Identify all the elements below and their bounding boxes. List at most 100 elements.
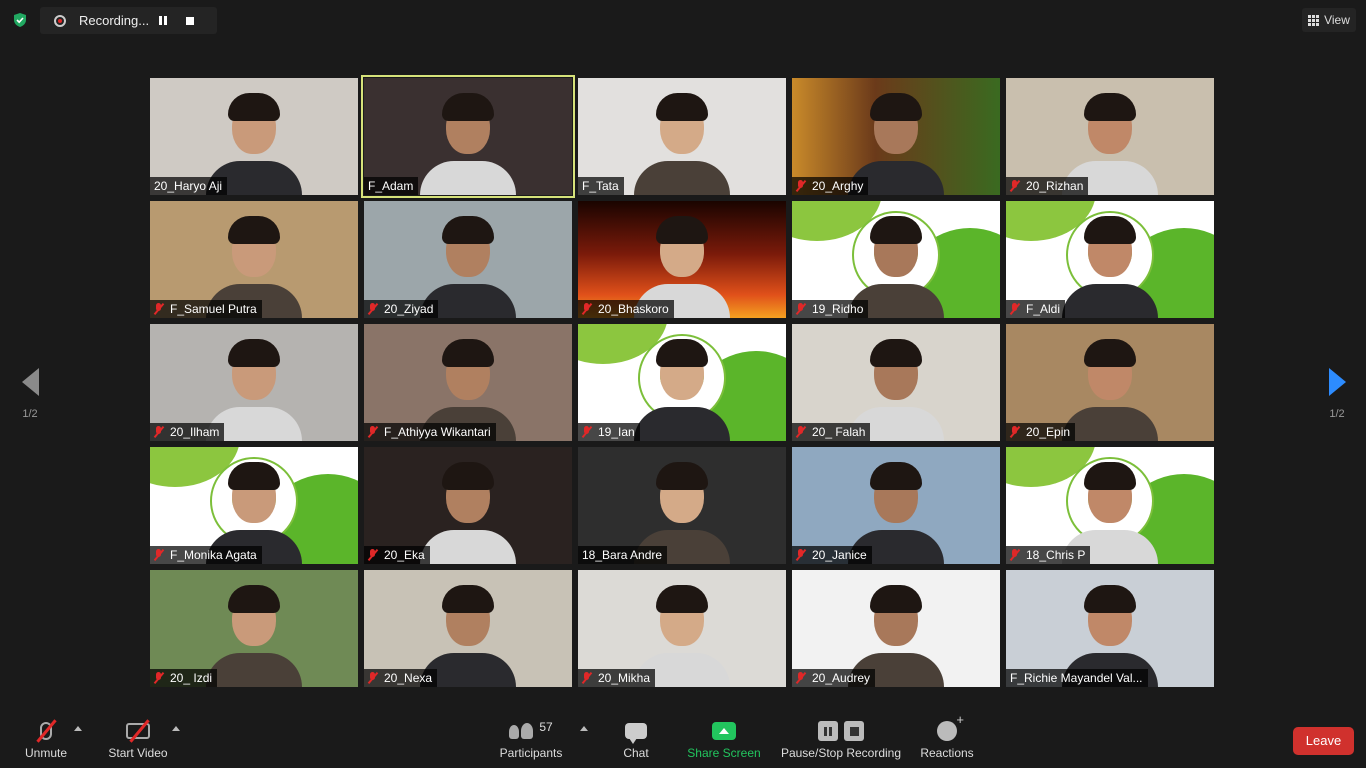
next-page-button[interactable]: 1/2	[1322, 368, 1352, 428]
stop-recording-icon[interactable]	[186, 16, 194, 25]
camera-off-icon	[126, 719, 150, 743]
participant-hair	[442, 339, 494, 367]
participant-tile[interactable]: 20_Rizhan	[1006, 78, 1214, 195]
participant-name: F_Samuel Putra	[170, 302, 257, 316]
participant-hair	[870, 339, 922, 367]
start-video-label: Start Video	[108, 746, 168, 760]
participant-tile[interactable]: 18_Chris P	[1006, 447, 1214, 564]
muted-microphone-icon	[796, 303, 805, 315]
participant-tile[interactable]: 20_Janice	[792, 447, 1000, 564]
participant-tile[interactable]: F_Samuel Putra	[150, 201, 358, 318]
participant-tile[interactable]: 20_Bhaskoro	[578, 201, 786, 318]
muted-microphone-icon	[796, 672, 805, 684]
participant-name: 20_Eka	[384, 548, 425, 562]
participant-tile[interactable]: 19_Ridho	[792, 201, 1000, 318]
muted-microphone-icon	[796, 180, 805, 192]
start-video-button[interactable]: Start Video	[104, 719, 172, 760]
participant-tile[interactable]: 20_ Falah	[792, 324, 1000, 441]
previous-page-button[interactable]: 1/2	[15, 368, 45, 428]
participant-hair	[1084, 339, 1136, 367]
participant-name: 20_Epin	[1026, 425, 1071, 439]
participant-hair	[656, 462, 708, 490]
participants-options-caret-icon[interactable]	[580, 726, 588, 731]
muted-microphone-icon	[154, 303, 163, 315]
muted-microphone-icon	[1010, 180, 1019, 192]
pause-stop-recording-icon	[818, 721, 864, 741]
chat-button[interactable]: Chat	[615, 720, 657, 760]
participant-name-label: 20_Audrey	[792, 669, 876, 687]
participant-tile[interactable]: 19_Ian	[578, 324, 786, 441]
recording-dot-icon	[54, 14, 66, 27]
participant-tile[interactable]: F_Athiyya Wikantari	[364, 324, 572, 441]
pause-stop-recording-label: Pause/Stop Recording	[780, 746, 902, 760]
chat-label: Chat	[623, 746, 649, 760]
participant-name-label: 20_Ziyad	[364, 300, 439, 318]
participant-tile[interactable]: 20_Ilham	[150, 324, 358, 441]
participant-name: F_Athiyya Wikantari	[384, 425, 491, 439]
participant-tile[interactable]: 20_Nexa	[364, 570, 572, 687]
participant-hair	[1084, 93, 1136, 121]
participant-tile[interactable]: 20_Audrey	[792, 570, 1000, 687]
participant-hair	[1084, 462, 1136, 490]
reactions-button[interactable]: Reactions	[918, 712, 976, 760]
participant-hair	[1084, 585, 1136, 613]
participant-tile[interactable]: F_Tata	[578, 78, 786, 195]
muted-microphone-icon	[368, 426, 377, 438]
participant-tile[interactable]: 20_ Izdi	[150, 570, 358, 687]
reactions-label: Reactions	[920, 746, 974, 760]
participant-name-label: 20_Rizhan	[1006, 177, 1089, 195]
muted-microphone-icon	[368, 549, 377, 561]
participant-name-label: F_Monika Agata	[150, 546, 262, 564]
participant-hair	[656, 93, 708, 121]
muted-microphone-icon	[154, 426, 163, 438]
audio-options-caret-icon[interactable]	[74, 726, 82, 731]
participant-tile[interactable]: 18_Bara Andre	[578, 447, 786, 564]
muted-microphone-icon	[368, 672, 377, 684]
page-indicator-right: 1/2	[1329, 408, 1345, 420]
participant-name-label: 20_Mikha	[578, 669, 656, 687]
muted-microphone-icon	[1010, 426, 1019, 438]
participant-name: 20_ Izdi	[170, 671, 213, 685]
muted-microphone-icon	[154, 672, 163, 684]
participant-tile[interactable]: F_Richie Mayandel Val...	[1006, 570, 1214, 687]
participant-name-label: 20_Ilham	[150, 423, 225, 441]
unmute-button[interactable]: Unmute	[20, 719, 72, 760]
pause-stop-recording-button[interactable]: Pause/Stop Recording	[780, 720, 902, 760]
participant-tile[interactable]: F_Aldi	[1006, 201, 1214, 318]
participant-name: 20_Mikha	[598, 671, 651, 685]
participant-name: 20_ Falah	[812, 425, 866, 439]
leave-button[interactable]: Leave	[1293, 727, 1354, 755]
pause-recording-icon[interactable]	[159, 16, 167, 25]
share-screen-button[interactable]: Share Screen	[686, 720, 762, 760]
participant-tile[interactable]: 20_Arghy	[792, 78, 1000, 195]
participant-tile[interactable]: F_Monika Agata	[150, 447, 358, 564]
participant-name: 19_Ian	[598, 425, 635, 439]
top-bar: Recording... View	[0, 0, 1366, 40]
video-options-caret-icon[interactable]	[172, 726, 180, 731]
participant-count: 57	[539, 720, 553, 734]
participant-tile[interactable]: F_Adam	[361, 75, 575, 198]
participant-tile[interactable]: 20_Epin	[1006, 324, 1214, 441]
view-button[interactable]: View	[1302, 8, 1356, 32]
chat-bubble-icon	[625, 723, 647, 744]
participant-name: 20_Ilham	[170, 425, 220, 439]
participant-name: F_Monika Agata	[170, 548, 257, 562]
participant-tile[interactable]: 20_Mikha	[578, 570, 786, 687]
participant-tile[interactable]: 20_Eka	[364, 447, 572, 564]
participant-hair	[228, 93, 280, 121]
participant-tile[interactable]: 20_Ziyad	[364, 201, 572, 318]
participant-name: 20_Bhaskoro	[598, 302, 669, 316]
security-shield-icon[interactable]	[12, 12, 28, 28]
participant-hair	[442, 93, 494, 121]
participant-hair	[656, 585, 708, 613]
muted-microphone-icon	[582, 303, 591, 315]
participant-name: 20_Rizhan	[1026, 179, 1084, 193]
participant-tile[interactable]: 20_Haryo Aji	[150, 78, 358, 195]
participant-hair	[656, 216, 708, 244]
participants-button[interactable]: 57 Participants	[498, 720, 564, 760]
participant-name: 18_Chris P	[1026, 548, 1086, 562]
participants-label: Participants	[499, 746, 563, 760]
participant-name: F_Adam	[368, 179, 414, 193]
share-screen-label: Share Screen	[687, 746, 761, 760]
participant-name-label: 19_Ridho	[792, 300, 869, 318]
